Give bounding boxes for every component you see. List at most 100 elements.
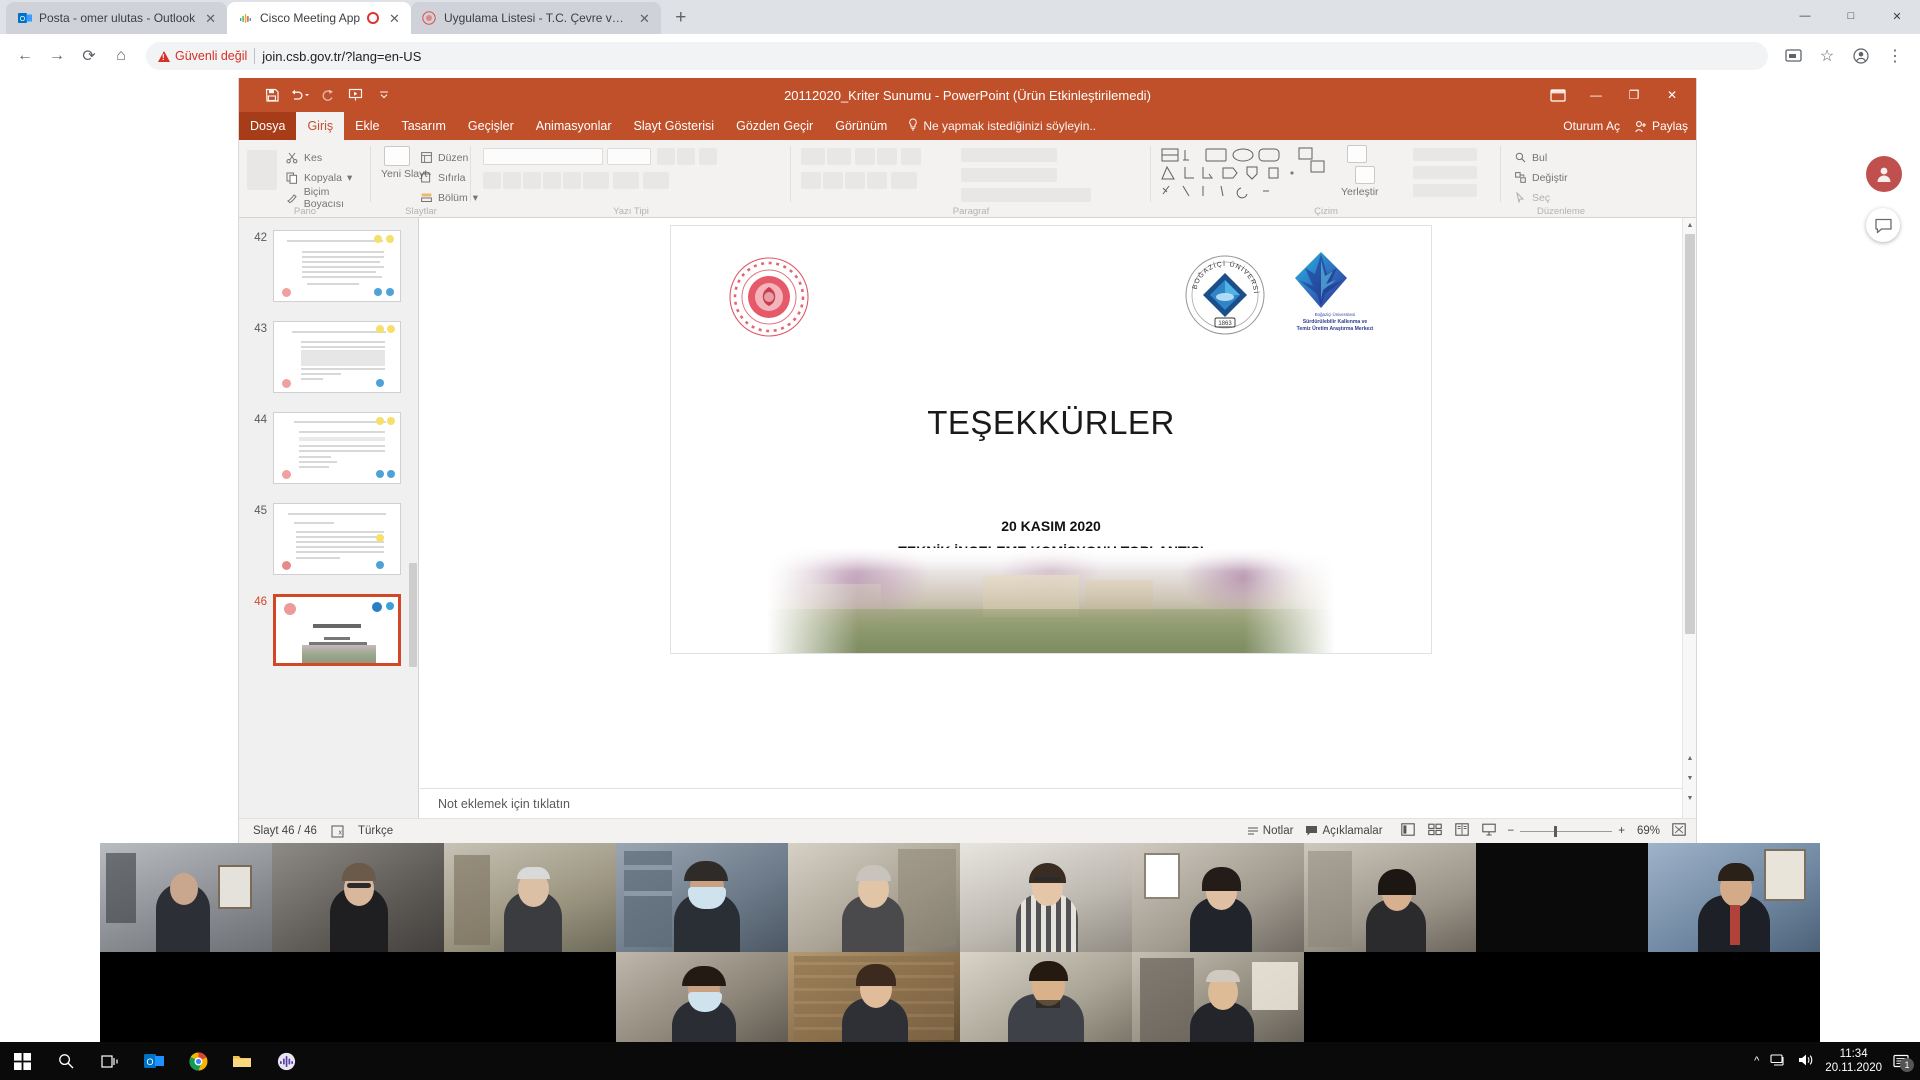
zoom-handle[interactable] [1554,825,1558,837]
ribbon-tab-gecisler[interactable]: Geçişler [457,112,525,140]
ribbon-tab-animasyonlar[interactable]: Animasyonlar [525,112,623,140]
slide-title[interactable]: TEŞEKKÜRLER [671,404,1431,442]
format-painter-button[interactable]: Biçim Boyacısı [285,186,371,210]
align-center-button[interactable] [823,172,843,189]
ribbon-tab-dosya[interactable]: Dosya [239,112,297,140]
shapes-gallery[interactable] [1159,146,1339,204]
character-spacing-button[interactable] [583,172,609,189]
increase-indent-button[interactable] [877,148,897,165]
bullets-button[interactable] [801,148,825,165]
cisco-icon[interactable] [264,1042,308,1080]
thumbnail-slide-46[interactable]: 46 [245,594,401,666]
home-icon[interactable]: ⌂ [106,41,136,71]
ppt-close-button[interactable]: ✕ [1654,82,1690,108]
network-icon[interactable] [1770,1053,1787,1070]
zoom-slider[interactable]: − + [1508,825,1625,837]
notes-button[interactable]: Notlar [1247,825,1293,837]
profile-icon[interactable] [1846,41,1876,71]
close-window-button[interactable]: ✕ [1874,0,1920,32]
zoom-level[interactable]: 69% [1637,825,1660,837]
clear-formatting-button[interactable] [699,148,717,165]
copy-button[interactable]: Kopyala ▾ [285,168,352,187]
taskbar-clock[interactable]: 11:34 20.11.2020 [1825,1047,1882,1075]
participant-tile-5[interactable] [788,843,960,952]
scrollbar-thumb[interactable] [409,563,417,667]
participant-tile-9[interactable] [1476,843,1648,952]
decrease-indent-button[interactable] [855,148,875,165]
accessibility-icon[interactable]: x [331,825,344,838]
avatar[interactable] [1866,156,1902,192]
participant-tile-7[interactable] [1132,843,1304,952]
font-name-combo[interactable] [483,148,603,165]
normal-view-icon[interactable] [1400,823,1415,839]
shape-styles-gallery[interactable] [1347,145,1367,163]
sign-in-button[interactable]: Oturum Aç [1563,119,1620,133]
slide-thumbnail-pane[interactable]: 42 43 44 45 46 [239,218,419,818]
replace-button[interactable]: Değiştir [1513,168,1568,187]
close-icon[interactable]: ✕ [636,11,653,26]
shape-fill-button[interactable] [1413,148,1477,161]
chrome-icon[interactable] [176,1042,220,1080]
cut-button[interactable]: Kes [285,148,322,167]
slide-date[interactable]: 20 KASIM 2020 [671,518,1431,534]
slide-vertical-scrollbar[interactable]: ▲ ▲ ▼ ▼ [1682,218,1696,818]
comments-button[interactable]: Açıklamalar [1305,825,1383,837]
participant-tile-1[interactable] [100,843,272,952]
line-spacing-button[interactable] [901,148,921,165]
reading-view-icon[interactable] [1454,823,1469,839]
slide-preview[interactable] [273,503,401,575]
browser-tab-cisco-meeting-app[interactable]: Cisco Meeting App ✕ [226,2,411,34]
font-size-combo[interactable] [607,148,651,165]
share-button[interactable]: Paylaş [1634,119,1688,133]
zoom-in-button[interactable]: + [1618,825,1625,837]
slide-sorter-icon[interactable] [1427,823,1442,839]
copy-dropdown-icon[interactable]: ▾ [347,172,352,184]
arrange-button[interactable]: Yerleştir [1341,186,1379,198]
ribbon-display-options-icon[interactable] [1540,82,1576,108]
select-button[interactable]: Seç [1513,188,1550,207]
tell-me-search[interactable]: Ne yapmak istediğinizi söyleyin.. [898,112,1096,140]
thumbnail-slide-43[interactable]: 43 [245,321,401,393]
ppt-minimize-button[interactable]: — [1578,82,1614,108]
participant-tile-3[interactable] [444,843,616,952]
participant-tile-11[interactable] [616,952,788,1042]
cast-icon[interactable] [1778,41,1808,71]
change-case-button[interactable] [613,172,639,189]
slide-preview[interactable] [273,321,401,393]
notification-center-button[interactable]: 1 [1893,1054,1914,1072]
volume-icon[interactable] [1798,1053,1814,1070]
minimize-button[interactable]: — [1782,0,1828,32]
find-button[interactable]: Bul [1513,148,1547,167]
task-view-icon[interactable] [88,1042,132,1080]
font-color-button[interactable] [643,172,669,189]
customize-qat-icon[interactable] [371,84,396,106]
shape-effects-button[interactable] [1413,184,1477,197]
slide-counter[interactable]: Slayt 46 / 46 [253,825,317,837]
text-direction-button[interactable] [961,148,1057,162]
participant-tile-13[interactable] [960,952,1132,1042]
undo-icon[interactable] [287,84,312,106]
ribbon-tab-slayt-gosterisi[interactable]: Slayt Gösterisi [623,112,726,140]
increase-font-size-button[interactable] [657,148,675,165]
fit-to-window-icon[interactable] [1672,823,1686,839]
back-icon[interactable]: ← [10,41,40,71]
ribbon-tab-giris[interactable]: Giriş [296,112,345,140]
align-right-button[interactable] [845,172,865,189]
decrease-font-size-button[interactable] [677,148,695,165]
convert-to-smartart-button[interactable] [961,188,1091,202]
ribbon-tab-gozden-gecir[interactable]: Gözden Geçir [725,112,824,140]
participant-tile-6[interactable] [960,843,1132,952]
browser-menu-icon[interactable]: ⋮ [1880,41,1910,71]
underline-button[interactable] [523,172,541,189]
slide-preview-selected[interactable] [273,594,401,666]
participant-tile-14[interactable] [1132,952,1304,1042]
reset-button[interactable]: Sıfırla [419,168,465,187]
address-bar[interactable]: Güvenli değil join.csb.gov.tr/?lang=en-U… [146,42,1768,70]
justify-button[interactable] [867,172,887,189]
language-label[interactable]: Türkçe [358,825,393,837]
maximize-button[interactable]: □ [1828,0,1874,32]
explorer-icon[interactable] [220,1042,264,1080]
align-left-button[interactable] [801,172,821,189]
browser-tab-uygulama-listesi[interactable]: Uygulama Listesi - T.C. Çevre ve Ş ✕ [410,2,661,34]
participant-tile-12[interactable] [788,952,960,1042]
